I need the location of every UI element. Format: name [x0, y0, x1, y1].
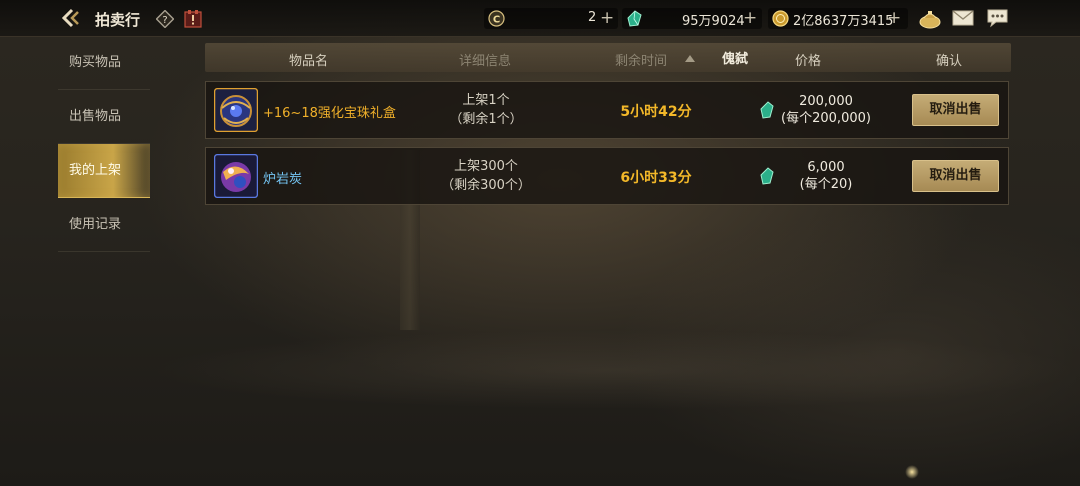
column-item-name: 物品名 [289, 54, 329, 69]
table-header: 物品名 详细信息 剩余时间 傀弑 价格 确认 [205, 43, 1011, 72]
listing-detail: 上架1个 （剩余1个） [416, 91, 556, 129]
add-green-gem-button[interactable]: + [743, 8, 757, 28]
sidebar-item-buy[interactable]: 购买物品 [58, 36, 150, 90]
lava-coal-orb-icon[interactable] [214, 154, 258, 198]
total-price: 6,000 [807, 160, 845, 175]
cancel-sale-button[interactable]: 取消出售 [912, 94, 999, 126]
add-gold-button[interactable]: + [887, 8, 901, 28]
bag-icon[interactable] [918, 8, 942, 29]
top-bar: 拍卖行 ? C 2 + 95万9024 + 2亿8637万3415 + [0, 0, 1080, 37]
gold-coin-icon [772, 10, 789, 27]
svg-text:C: C [493, 15, 500, 26]
sidebar: 购买物品 出售物品 我的上架 使用记录 [58, 36, 150, 252]
add-c-coin-button[interactable]: + [600, 8, 614, 28]
currency-c-coin: C 2 + [484, 8, 618, 29]
column-detail: 详细信息 [459, 54, 512, 69]
total-price: 200,000 [799, 94, 853, 109]
background-glow [905, 465, 919, 479]
back-arrow-icon[interactable] [62, 8, 84, 28]
green-gem-icon [627, 10, 642, 27]
listed-quantity: 上架300个 [454, 159, 518, 174]
currency-gold: 2亿8637万3415 + [768, 8, 908, 29]
orb-gift-box-icon[interactable] [214, 88, 258, 132]
column-time-left[interactable]: 剩余时间 [615, 50, 667, 69]
page-title: 拍卖行 [95, 11, 141, 29]
currency-green-gem-value: 95万9024 [682, 14, 745, 29]
remaining-quantity: （剩余1个） [449, 112, 523, 127]
help-icon[interactable]: ? [156, 10, 174, 28]
column-price: 价格 [795, 54, 822, 69]
table-row: 炉岩炭 上架300个 （剩余300个） 6小时33分 6,000 (每个20) … [205, 147, 1009, 205]
currency-green-gem: 95万9024 + [622, 8, 762, 29]
unit-price: (每个20) [799, 177, 853, 192]
listing-detail: 上架300个 （剩余300个） [416, 157, 556, 195]
cancel-sale-button[interactable]: 取消出售 [912, 160, 999, 192]
unit-price: (每个200,000) [781, 111, 871, 126]
time-left: 5小时42分 [620, 104, 692, 120]
sidebar-item-history[interactable]: 使用记录 [58, 198, 150, 252]
svg-text:?: ? [162, 15, 167, 26]
sort-ascending-icon[interactable] [685, 55, 695, 62]
chat-icon[interactable] [986, 8, 1009, 28]
item-name: 炉岩炭 [263, 172, 303, 187]
price: 6,000 (每个20) [766, 159, 886, 193]
notice-icon[interactable] [184, 9, 202, 28]
table-row: +16~18强化宝珠礼盒 上架1个 （剩余1个） 5小时42分 200,000 … [205, 81, 1009, 139]
currency-gold-value: 2亿8637万3415 [793, 14, 894, 29]
remaining-quantity: （剩余300个） [441, 178, 531, 193]
time-left: 6小时33分 [620, 170, 692, 186]
column-confirm: 确认 [936, 54, 963, 69]
price: 200,000 (每个200,000) [766, 93, 886, 127]
sidebar-item-my-listings[interactable]: 我的上架 [58, 144, 150, 198]
column-seller: 傀弑 [722, 52, 749, 67]
currency-c-coin-value: 2 [588, 10, 597, 25]
sidebar-item-sell[interactable]: 出售物品 [58, 90, 150, 144]
listed-quantity: 上架1个 [462, 93, 510, 108]
background-ridge [150, 330, 1080, 410]
c-coin-icon: C [488, 10, 505, 27]
mail-icon[interactable] [952, 10, 974, 26]
item-name: +16~18强化宝珠礼盒 [263, 106, 396, 121]
